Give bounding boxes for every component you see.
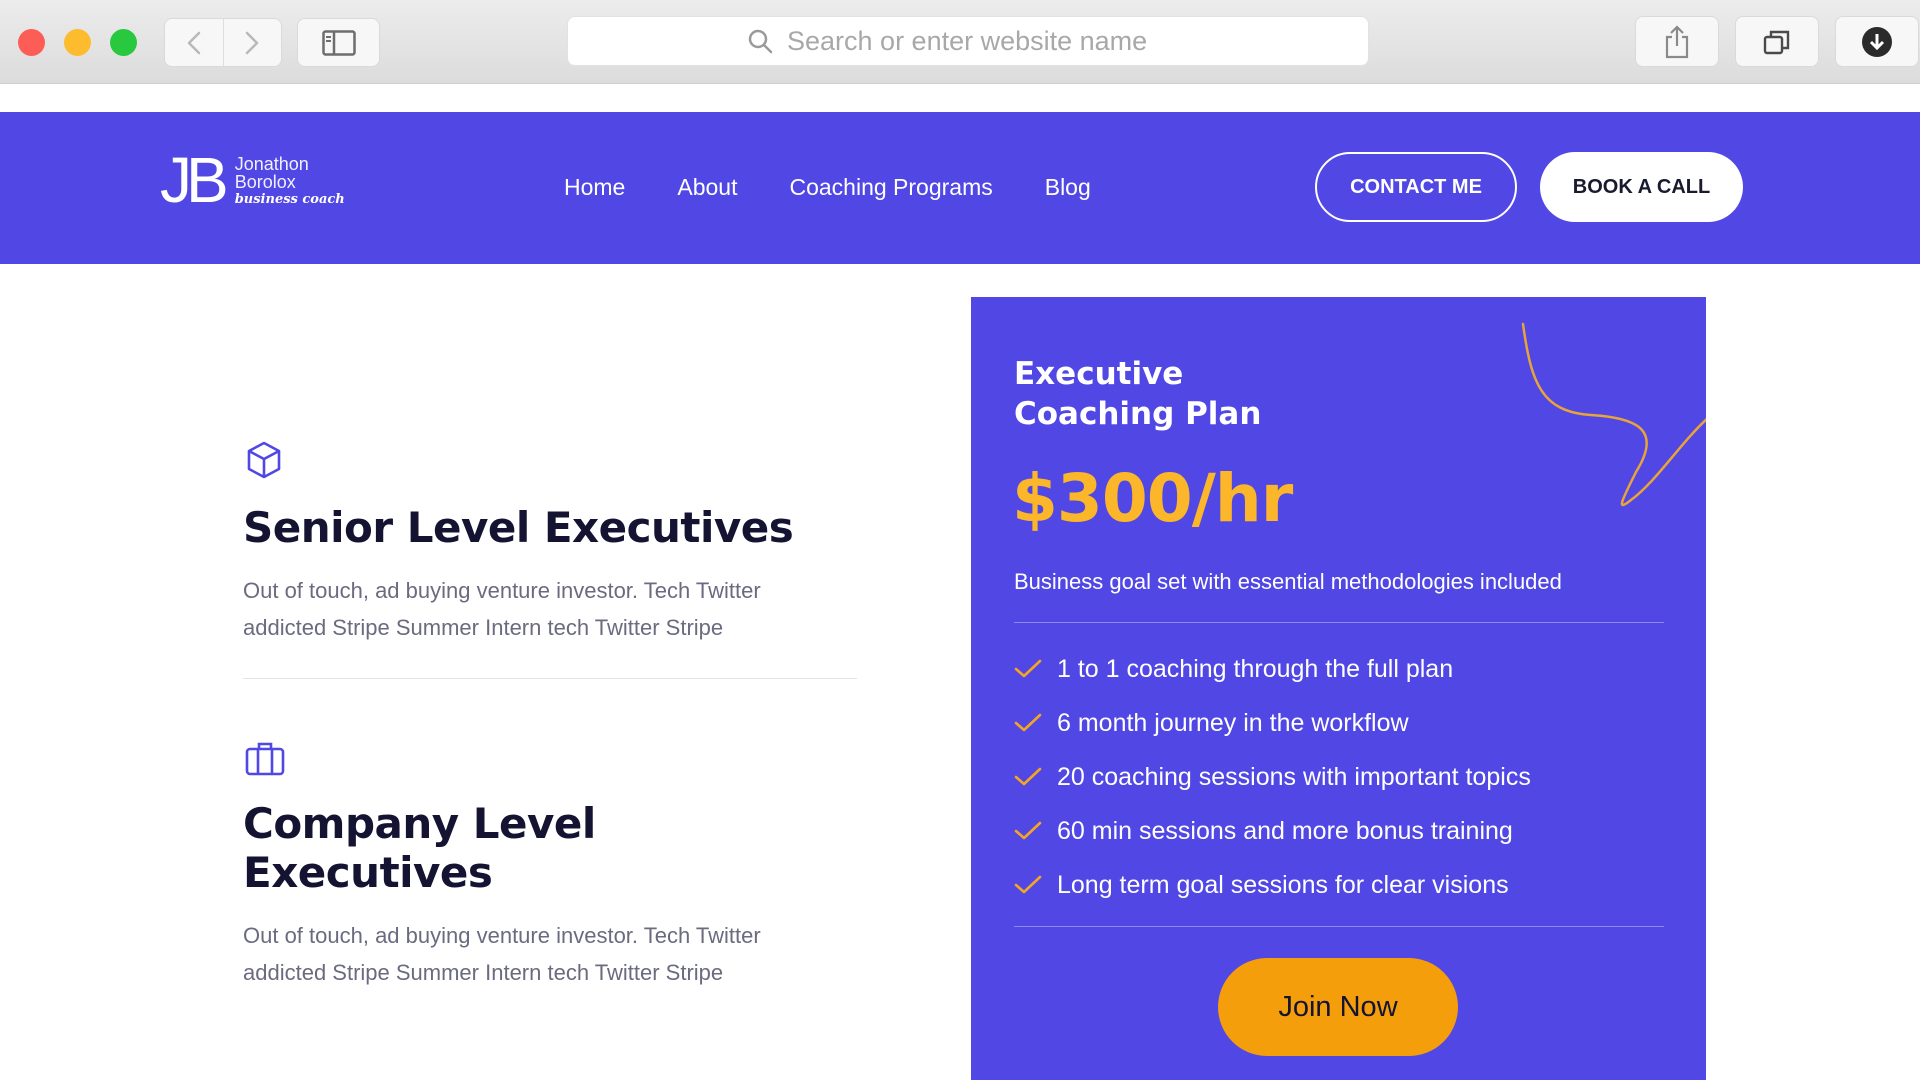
cube-icon (247, 441, 281, 479)
plan-feature-text: 1 to 1 coaching through the full plan (1057, 654, 1454, 683)
feature-description-line: Out of touch, ad buying venture investor… (243, 923, 761, 948)
nav-link-about[interactable]: About (677, 174, 737, 201)
checkmark-icon (1014, 767, 1042, 786)
join-now-button[interactable]: Join Now (1218, 958, 1458, 1056)
forward-button[interactable] (222, 19, 282, 66)
section-divider (243, 678, 857, 679)
window-controls (18, 29, 137, 56)
nav-link-coaching-programs[interactable]: Coaching Programs (789, 174, 992, 201)
logo-name-last: Borolox (234, 171, 296, 192)
plan-description: Business goal set with essential methodo… (1014, 569, 1562, 594)
feature-description-line: addicted Stripe Summer Intern tech Twitt… (243, 960, 724, 985)
plan-feature-text: 6 month journey in the workflow (1057, 708, 1409, 737)
tabs-icon (1763, 30, 1790, 54)
plan-features-list: 1 to 1 coaching through the full plan 6 … (1014, 642, 1531, 912)
back-arrow-icon (187, 31, 200, 54)
briefcase-icon (245, 742, 285, 776)
address-bar[interactable] (567, 16, 1369, 66)
plan-feature-item: 1 to 1 coaching through the full plan (1014, 642, 1531, 696)
checkmark-icon (1014, 659, 1042, 678)
share-icon (1665, 24, 1689, 58)
feature-description-line: addicted Stripe Summer Intern tech Twitt… (243, 615, 724, 640)
logo-wordmark: Jonathon Borolox business coach (235, 155, 345, 206)
close-window-button[interactable] (18, 29, 45, 56)
checkmark-icon (1014, 875, 1042, 894)
feature-title: Company Level Executives (243, 799, 596, 897)
plan-name: Executive Coaching Plan (1014, 354, 1314, 434)
browser-toolbar (0, 0, 1920, 84)
plan-price: $300/hr (1012, 460, 1293, 537)
history-navigation (164, 18, 282, 67)
sidebar-toggle-button[interactable] (297, 18, 380, 67)
card-divider (1014, 622, 1664, 623)
pricing-card: Executive Coaching Plan $300/hr Business… (971, 297, 1706, 1080)
plan-feature-text: Long term goal sessions for clear vision… (1057, 870, 1509, 899)
plan-feature-item: 6 month journey in the workflow (1014, 696, 1531, 750)
feature-description-line: Out of touch, ad buying venture investor… (243, 578, 761, 603)
decorative-squiggle (1521, 322, 1706, 507)
checkmark-icon (1014, 821, 1042, 840)
checkmark-icon (1014, 713, 1042, 732)
plan-feature-text: 20 coaching sessions with important topi… (1057, 762, 1531, 791)
address-input[interactable] (785, 24, 1189, 58)
maximize-window-button[interactable] (110, 29, 137, 56)
forward-arrow-icon (246, 31, 259, 54)
tabs-button[interactable] (1735, 16, 1819, 67)
card-divider (1014, 926, 1664, 927)
site-header: JB Jonathon Borolox business coach Home … (0, 112, 1920, 264)
back-button[interactable] (165, 19, 223, 66)
plan-name-line: Coaching Plan (1014, 396, 1262, 432)
minimize-window-button[interactable] (64, 29, 91, 56)
book-a-call-button[interactable]: BOOK A CALL (1540, 152, 1743, 222)
sidebar-icon (321, 29, 356, 56)
search-icon (748, 29, 773, 54)
downloads-button[interactable] (1835, 16, 1919, 67)
plan-feature-item: 60 min sessions and more bonus training (1014, 804, 1531, 858)
nav-link-home[interactable]: Home (564, 174, 625, 201)
main-navigation: Home About Coaching Programs Blog (564, 174, 1091, 201)
logo-monogram: JB (160, 144, 229, 216)
plan-name-line: Executive (1014, 356, 1184, 392)
contact-me-button[interactable]: CONTACT ME (1315, 152, 1517, 222)
feature-title: Senior Level Executives (243, 503, 794, 552)
nav-link-blog[interactable]: Blog (1045, 174, 1091, 201)
plan-feature-text: 60 min sessions and more bonus training (1057, 816, 1513, 845)
feature-senior-executives: Senior Level Executives Out of touch, ad… (243, 440, 857, 646)
download-icon (1862, 26, 1892, 57)
plan-feature-item: 20 coaching sessions with important topi… (1014, 750, 1531, 804)
share-button[interactable] (1635, 16, 1719, 67)
logo-tagline: business coach (234, 191, 345, 207)
logo-name-first: Jonathon (234, 153, 309, 174)
site-logo[interactable]: JB Jonathon Borolox business coach (160, 148, 345, 212)
feature-company-executives: Company Level Executives Out of touch, a… (243, 740, 857, 991)
plan-feature-item: Long term goal sessions for clear vision… (1014, 858, 1531, 912)
